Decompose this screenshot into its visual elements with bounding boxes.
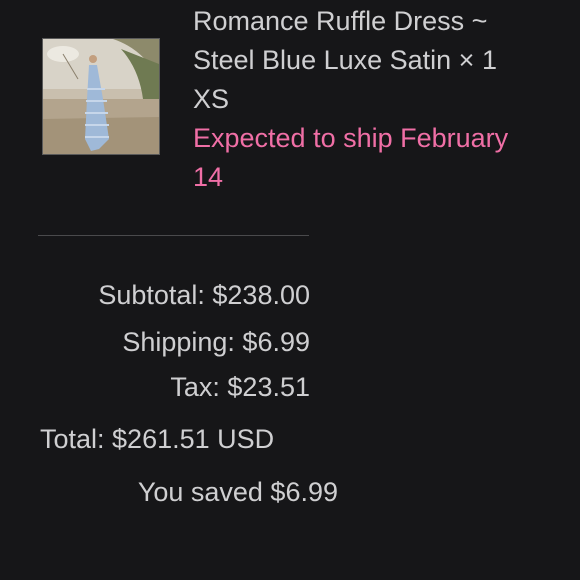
shipping: Shipping: $6.99 [122, 327, 310, 357]
subtotal: Subtotal: $238.00 [98, 280, 310, 310]
savings: You saved $6.99 [137, 477, 338, 507]
total: Total: $261.51 USD [40, 424, 275, 454]
product-photo-icon [43, 39, 159, 154]
tax: Tax: $23.51 [170, 372, 310, 402]
product-title-line-2[interactable]: Steel Blue Luxe Satin × 1 [193, 41, 573, 80]
divider [38, 235, 309, 236]
product-size: XS [193, 84, 230, 114]
product-info: Romance Ruffle Dress ~ Steel Blue Luxe S… [193, 2, 573, 197]
product-title-line-1[interactable]: Romance Ruffle Dress ~ [193, 2, 573, 41]
ship-date-line-2: 14 [193, 162, 224, 192]
ship-date-line-1: Expected to ship February [193, 123, 509, 153]
product-thumbnail[interactable] [42, 38, 160, 155]
